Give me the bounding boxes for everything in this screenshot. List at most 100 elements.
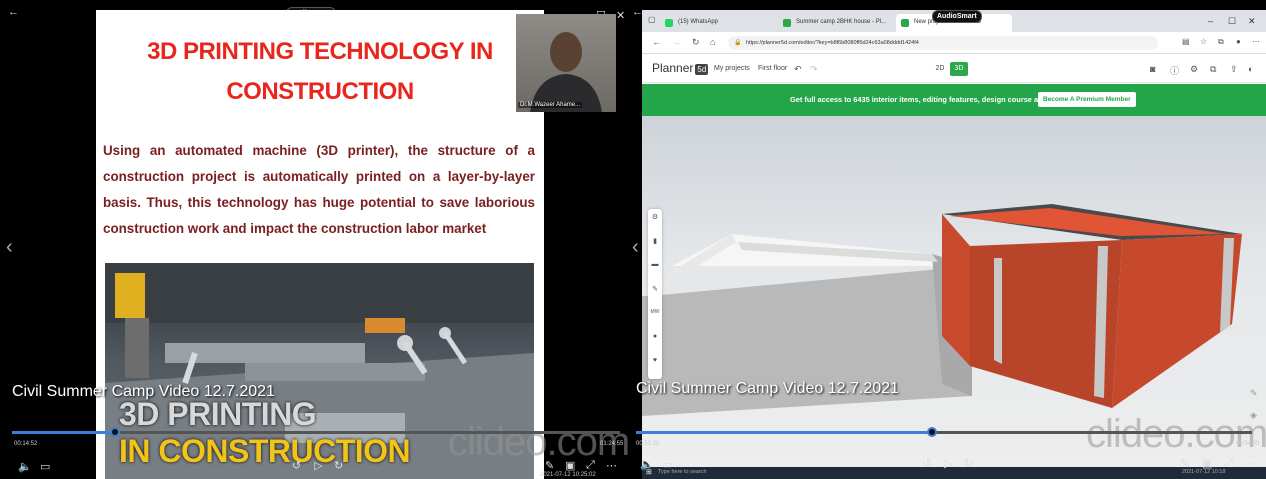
previous-arrow-icon[interactable]: ‹ [6, 236, 13, 259]
video-caption: Civil Summer Camp Video 12.7.2021 [12, 383, 275, 400]
play-icon[interactable]: ▷ [314, 459, 322, 472]
edit-icon[interactable]: ✎ [1250, 388, 1258, 399]
collections-icon[interactable]: ⧉ [1218, 37, 1224, 47]
tool-2[interactable]: ▮ [648, 237, 662, 245]
browser-window: ▢ (15) WhatsApp Summer camp 2BHK house -… [642, 10, 1266, 479]
info-icon[interactable]: ⓘ [1170, 64, 1179, 77]
fullscreen-icon[interactable]: ⤢ [586, 459, 595, 472]
forward-icon[interactable]: ↻ [964, 457, 973, 470]
screen: ← AudioSmart – ☐ ✕ 3D PRINTING TECHNOLOG… [0, 0, 1266, 479]
undo-icon[interactable]: ↶ [794, 64, 802, 75]
right-video-panel: ← ▢ (15) WhatsApp Summer camp 2BHK house… [632, 0, 1266, 479]
redo-icon[interactable]: ↷ [810, 64, 818, 75]
rewind-icon[interactable]: ↺ [292, 459, 301, 472]
tool-5[interactable]: MW [648, 309, 662, 315]
rewind-icon[interactable]: ↺ [922, 457, 931, 470]
whatsapp-icon [665, 19, 673, 27]
view-2d-button[interactable]: 2D [932, 62, 948, 76]
subtitles-icon[interactable]: ▭ [662, 458, 672, 471]
image-text-3d-printing: 3D PRINTING [119, 396, 317, 432]
current-time: 00:53:38 [636, 441, 660, 447]
planner5d-icon [783, 19, 791, 27]
miniplayer-icon[interactable]: ▣ [1202, 457, 1212, 470]
close-button[interactable]: ✕ [616, 10, 625, 22]
current-time: 00:14:52 [14, 441, 38, 447]
my-projects-link[interactable]: My projects [714, 65, 750, 72]
video-caption: Civil Summer Camp Video 12.7.2021 [636, 380, 899, 397]
logo-text: Planner [652, 61, 694, 75]
tab-whatsapp[interactable]: (15) WhatsApp [660, 14, 776, 32]
seek-bar-fill [636, 431, 932, 434]
lock-icon: 🔒 [734, 40, 742, 46]
slide-title-line1: 3D PRINTING TECHNOLOGY IN [147, 38, 493, 65]
back-icon[interactable]: ← [652, 37, 661, 47]
webcam-feed: Dr.M.Wazeer Ahame... [516, 14, 616, 112]
miniplayer-icon[interactable]: ▣ [565, 459, 575, 472]
fullscreen-icon[interactable]: ⤢ [1224, 457, 1233, 470]
planner5d-icon [901, 19, 909, 27]
home-icon[interactable]: ⌂ [710, 37, 715, 47]
share-icon[interactable]: ⇪ [1230, 64, 1238, 75]
left-video-panel: ← AudioSmart – ☐ ✕ 3D PRINTING TECHNOLOG… [0, 0, 630, 479]
seek-bar[interactable] [636, 427, 1252, 437]
logo-mark: 5d [695, 64, 709, 75]
premium-banner: Get full access to 6435 interior items, … [642, 84, 1266, 116]
forward-icon[interactable]: ↻ [334, 459, 343, 472]
edit-icon[interactable]: ✎ [1180, 457, 1189, 470]
minimize-button[interactable]: – [1208, 16, 1213, 26]
previous-arrow-icon[interactable]: ‹ [632, 236, 639, 259]
play-icon[interactable]: ▷ [944, 457, 952, 470]
slide-body-text: Using an automated machine (3D printer),… [103, 143, 535, 236]
tab-label: Summer camp 2BHK house - Pl... [796, 19, 887, 25]
profile-icon[interactable]: ● [1236, 37, 1241, 46]
close-button[interactable]: ✕ [1248, 16, 1256, 27]
total-time: 01:24:55 [600, 441, 624, 447]
favorite-icon[interactable]: ☆ [1200, 37, 1207, 46]
seek-bar[interactable] [12, 427, 620, 437]
tool-4[interactable]: ✎ [648, 285, 662, 293]
address-bar-row: ← → ↻ ⌂ 🔒 https://planner5d.com/editor/?… [642, 32, 1266, 54]
presentation-slide: 3D PRINTING TECHNOLOGY IN CONSTRUCTION U… [96, 10, 544, 479]
tab-bar: ▢ (15) WhatsApp Summer camp 2BHK house -… [642, 10, 1266, 32]
tab-summer-camp[interactable]: Summer camp 2BHK house - Pl... [778, 14, 894, 32]
tool-6[interactable]: ● [648, 333, 662, 340]
maximize-button[interactable]: ☐ [1228, 16, 1236, 27]
camera-icon[interactable]: ◙ [1150, 64, 1155, 74]
url-text: https://planner5d.com/editor/?key=b8f6b8… [746, 40, 919, 46]
tool-1[interactable]: ⚙ [648, 213, 662, 221]
more-icon[interactable]: ⋯ [606, 459, 617, 472]
url-input[interactable]: 🔒 https://planner5d.com/editor/?key=b8f6… [728, 36, 1158, 50]
total-time: 00:54:09 [1236, 441, 1260, 447]
copy-icon[interactable]: ⧉ [1210, 64, 1216, 75]
planner5d-logo[interactable]: Planner 5d [652, 61, 709, 75]
person-silhouette-icon [530, 32, 602, 112]
banner-text: Get full access to 6435 interior items, … [790, 95, 1073, 104]
side-toolbar: ⚙ ▮ ▬ ✎ MW ● ♥ [648, 209, 662, 379]
slide-title-line2: CONSTRUCTION [226, 78, 414, 105]
seek-knob[interactable] [926, 427, 937, 437]
planner-app-bar: Planner 5d My projects First floor ↶ ↷ 2D… [642, 55, 1266, 83]
recording-timestamp: 2021-07-12 10:25:02 [540, 472, 596, 478]
forward-icon[interactable]: → [672, 37, 681, 47]
seek-bar-fill [12, 431, 116, 434]
window-menu-icon[interactable]: ▢ [648, 15, 656, 24]
watermark: clideo.com [1086, 412, 1266, 456]
tool-7[interactable]: ♥ [648, 357, 662, 364]
tab-label: (15) WhatsApp [678, 19, 719, 25]
windows-taskbar: ⊞ Type here to search 2021-07-12 10:18 [642, 467, 1266, 479]
refresh-icon[interactable]: ↻ [692, 37, 700, 48]
tool-3[interactable]: ▬ [648, 261, 662, 268]
subtitles-icon[interactable]: ▭ [40, 460, 50, 473]
volume-icon[interactable]: 🔈 [640, 458, 654, 471]
gear-icon[interactable]: ⚙ [1190, 64, 1198, 75]
settings-menu-icon[interactable]: ⋯ [1252, 37, 1260, 46]
volume-icon[interactable]: 🔈 [18, 460, 32, 473]
more-icon[interactable]: ⋯ [1244, 457, 1255, 470]
floor-selector[interactable]: First floor [758, 65, 787, 72]
edit-icon[interactable]: ✎ [545, 459, 554, 472]
avatar[interactable]: ◐ [1248, 64, 1253, 74]
view-3d-button[interactable]: 3D [950, 62, 968, 76]
reading-view-icon[interactable]: ▤ [1182, 37, 1190, 46]
become-premium-button[interactable]: Become A Premium Member [1038, 92, 1136, 107]
back-arrow-icon[interactable]: ← [8, 6, 19, 18]
